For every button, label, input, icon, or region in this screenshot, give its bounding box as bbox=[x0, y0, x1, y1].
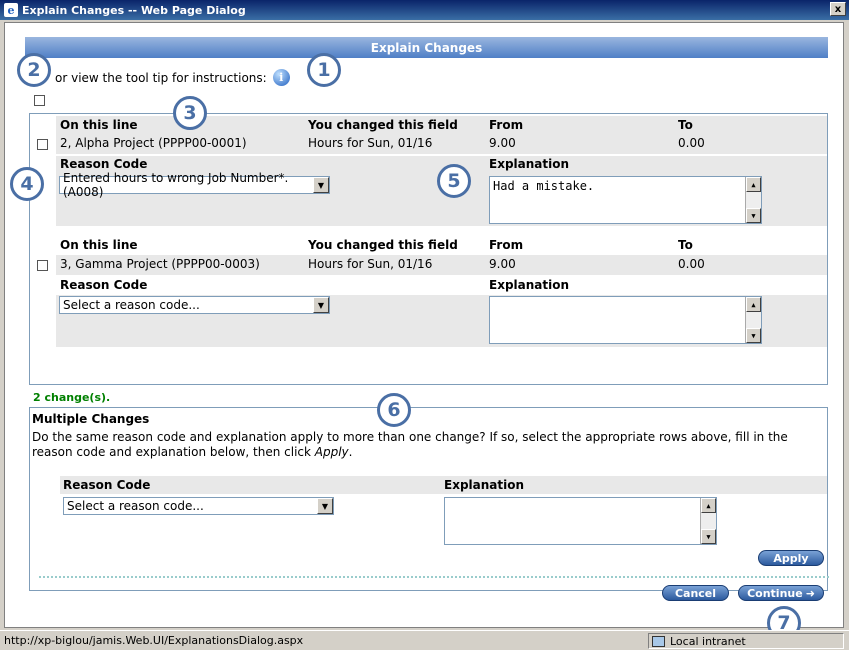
scroll-up-icon[interactable]: ▲ bbox=[746, 177, 761, 192]
change-1-explanation-value: Had a mistake. bbox=[493, 179, 595, 193]
intranet-icon bbox=[652, 635, 665, 647]
changes-list: On this line You changed this field From… bbox=[29, 113, 828, 385]
field-label-2: You changed this field bbox=[308, 238, 458, 252]
change-2-field: Hours for Sun, 01/16 bbox=[308, 257, 433, 271]
status-zone: Local intranet bbox=[648, 633, 844, 649]
change-1-to: 0.00 bbox=[678, 136, 705, 150]
change-1-line: 2, Alpha Project (PPPP00-0001) bbox=[60, 136, 247, 150]
callout-5: 5 bbox=[437, 164, 471, 198]
status-url: http://xp-biglou/jamis.Web.UI/Explanatio… bbox=[4, 634, 304, 647]
multiple-changes-description-2: reason code and explanation below, then … bbox=[32, 445, 353, 459]
scroll-down-icon[interactable]: ▼ bbox=[746, 328, 761, 343]
scroll-up-icon[interactable]: ▲ bbox=[701, 498, 716, 513]
change-1-explanation-textarea[interactable]: Had a mistake. ▲ ▼ bbox=[489, 176, 762, 224]
changes-count: 2 change(s). bbox=[33, 391, 111, 404]
apply-button[interactable]: Apply bbox=[758, 550, 824, 566]
scroll-down-icon[interactable]: ▼ bbox=[746, 208, 761, 223]
arrow-right-icon: ➜ bbox=[805, 586, 815, 600]
cancel-button[interactable]: Cancel bbox=[662, 585, 729, 601]
reason-code-label: Reason Code bbox=[60, 157, 148, 171]
on-this-line-label-2: On this line bbox=[60, 238, 138, 252]
status-zone-text: Local intranet bbox=[670, 634, 746, 648]
tooltip-line: or view the tool tip for instructions: i bbox=[55, 69, 290, 86]
window-titlebar: e Explain Changes -- Web Page Dialog x bbox=[0, 0, 849, 20]
multiple-reason-value: Select a reason code... bbox=[67, 499, 204, 513]
callout-1: 1 bbox=[307, 53, 341, 87]
callout-6: 6 bbox=[377, 393, 411, 427]
multiple-reason-label: Reason Code bbox=[63, 478, 151, 492]
to-label-2: To bbox=[678, 238, 693, 252]
divider bbox=[39, 576, 829, 578]
close-button[interactable]: x bbox=[830, 2, 846, 16]
multiple-explanation-label: Explanation bbox=[444, 478, 525, 492]
change-1-from: 9.00 bbox=[489, 136, 516, 150]
ie-icon: e bbox=[4, 3, 18, 17]
callout-2: 2 bbox=[17, 53, 51, 87]
status-bar: http://xp-biglou/jamis.Web.UI/Explanatio… bbox=[0, 630, 849, 650]
reason-code-label-2: Reason Code bbox=[60, 278, 148, 292]
change-2-to: 0.00 bbox=[678, 257, 705, 271]
chevron-down-icon[interactable]: ▼ bbox=[317, 498, 333, 514]
change-2-checkbox[interactable] bbox=[37, 260, 48, 271]
multiple-changes-description-1: Do the same reason code and explanation … bbox=[32, 430, 788, 444]
to-label: To bbox=[678, 118, 693, 132]
field-label: You changed this field bbox=[308, 118, 458, 132]
change-1-reason-select[interactable]: Entered hours to wrong Job Number*. (A00… bbox=[59, 171, 330, 199]
multiple-reason-select[interactable]: Select a reason code... ▼ bbox=[63, 497, 334, 515]
explanation-label: Explanation bbox=[489, 157, 570, 171]
scrollbar[interactable]: ▲ ▼ bbox=[745, 177, 761, 223]
change-2-explanation-textarea[interactable]: ▲ ▼ bbox=[489, 296, 762, 344]
page-title: Explain Changes bbox=[25, 37, 828, 58]
select-all-checkbox[interactable] bbox=[34, 95, 45, 106]
scrollbar[interactable]: ▲ ▼ bbox=[745, 297, 761, 343]
change-2-reason-select[interactable]: Select a reason code... ▼ bbox=[59, 296, 330, 314]
multiple-explanation-textarea[interactable]: ▲ ▼ bbox=[444, 497, 717, 545]
change-2-from: 9.00 bbox=[489, 257, 516, 271]
change-2-line: 3, Gamma Project (PPPP00-0003) bbox=[60, 257, 260, 271]
dialog-client: Explain Changes or view the tool tip for… bbox=[4, 22, 844, 628]
callout-3: 3 bbox=[173, 96, 207, 130]
info-icon[interactable]: i bbox=[272, 69, 290, 86]
chevron-down-icon[interactable]: ▼ bbox=[313, 297, 329, 313]
explanation-label-2: Explanation bbox=[489, 278, 570, 292]
callout-4: 4 bbox=[10, 167, 44, 201]
change-2-reason-value: Select a reason code... bbox=[63, 298, 200, 312]
scrollbar[interactable]: ▲ ▼ bbox=[700, 498, 716, 544]
multiple-changes-panel: Multiple Changes Do the same reason code… bbox=[29, 407, 828, 591]
chevron-down-icon[interactable]: ▼ bbox=[313, 177, 329, 193]
change-1-field: Hours for Sun, 01/16 bbox=[308, 136, 433, 150]
scroll-up-icon[interactable]: ▲ bbox=[746, 297, 761, 312]
from-label-2: From bbox=[489, 238, 524, 252]
change-1-reason-value: Entered hours to wrong Job Number*. (A00… bbox=[63, 171, 289, 199]
window-title: Explain Changes -- Web Page Dialog bbox=[22, 3, 246, 17]
change-1-checkbox[interactable] bbox=[37, 139, 48, 150]
from-label: From bbox=[489, 118, 524, 132]
continue-button[interactable]: Continue ➜ bbox=[738, 585, 824, 601]
tooltip-text: or view the tool tip for instructions: bbox=[55, 70, 267, 85]
scroll-down-icon[interactable]: ▼ bbox=[701, 529, 716, 544]
multiple-changes-title: Multiple Changes bbox=[32, 412, 150, 426]
on-this-line-label: On this line bbox=[60, 118, 138, 132]
